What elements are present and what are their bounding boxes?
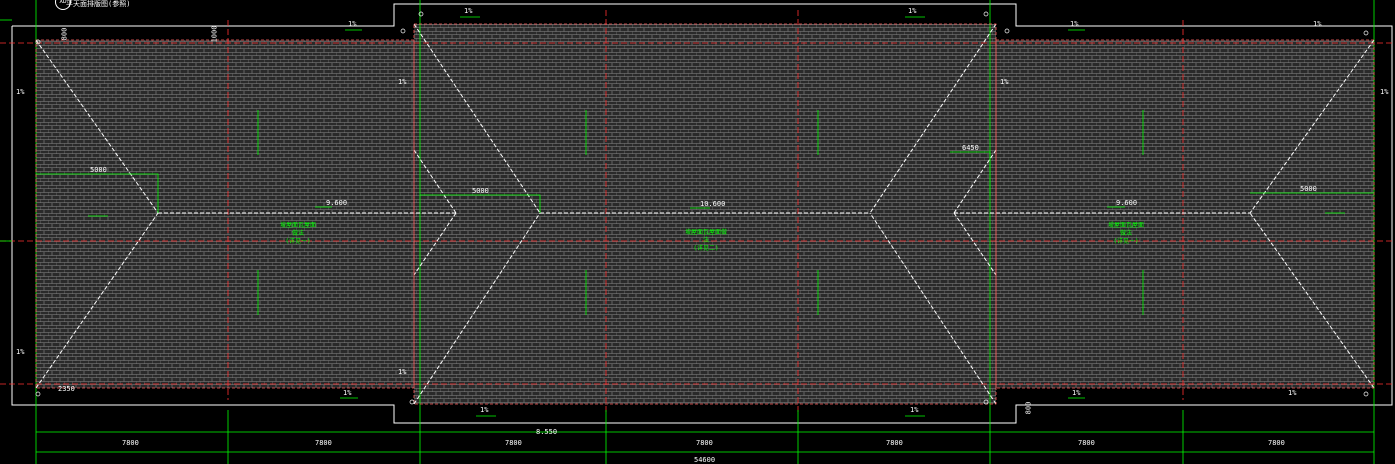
- side-slope-label: 1%: [1380, 88, 1389, 96]
- ridge-length-label: 5000: [1300, 185, 1317, 193]
- elevation-left: 9.600: [326, 199, 348, 207]
- small-dimension: 1000: [210, 25, 219, 43]
- side-slope-label: 1%: [1000, 78, 1009, 86]
- eave-dimension: 2350: [58, 385, 75, 393]
- slope-label: 1%: [1313, 20, 1322, 28]
- middle-roof-block: [414, 24, 996, 404]
- elevation-right: 9.600: [1116, 199, 1138, 207]
- slope-label: 1%: [908, 7, 917, 15]
- slope-label: 1%: [1288, 389, 1297, 397]
- ridge-length-label: 5000: [472, 187, 489, 195]
- zone-label-middle: 坡屋面瓦屋面做法 (详见二): [684, 229, 727, 252]
- zone-label-left: 坡屋面瓦屋面做法 (详见一): [279, 222, 316, 245]
- slope-label: 1%: [343, 389, 352, 397]
- slope-label: 1%: [1072, 389, 1081, 397]
- slope-label: 1%: [1070, 20, 1079, 28]
- axis-spacing: 7800: [696, 439, 713, 447]
- side-slope-label: 1%: [398, 368, 407, 376]
- axis-spacing: 7800: [1078, 439, 1095, 447]
- small-dimension: 800: [60, 27, 69, 41]
- axis-spacing: 7800: [122, 439, 139, 447]
- right-roof-wing: [996, 40, 1374, 388]
- side-slope-label: 1%: [16, 88, 25, 96]
- small-dimension: 800: [1024, 401, 1033, 415]
- elevation-bottom: 8.550: [536, 428, 558, 436]
- elevation-middle: 10.600: [700, 200, 726, 208]
- roof-tile-areas: [36, 24, 1374, 404]
- left-roof-wing: [36, 40, 414, 388]
- side-slope-label: 1%: [16, 348, 25, 356]
- zone-label-right: 坡屋面瓦屋面做法 (详见一): [1107, 222, 1144, 245]
- axis-spacing: 7800: [1268, 439, 1285, 447]
- offset-dimension: 6450: [962, 144, 979, 152]
- ridge-length-label: 5000: [90, 166, 107, 174]
- slope-label: 1%: [464, 7, 473, 15]
- slope-label: 1%: [348, 20, 357, 28]
- axis-spacing: 7800: [315, 439, 332, 447]
- side-slope-label: 1%: [398, 78, 407, 86]
- axis-spacing: 7800: [505, 439, 522, 447]
- total-length: 54600: [694, 456, 716, 464]
- axis-spacing: 7800: [886, 439, 903, 447]
- slope-label: 1%: [910, 406, 919, 414]
- drawing-title: 平天面排版图(参照): [66, 0, 131, 8]
- slope-label: 1%: [480, 406, 489, 414]
